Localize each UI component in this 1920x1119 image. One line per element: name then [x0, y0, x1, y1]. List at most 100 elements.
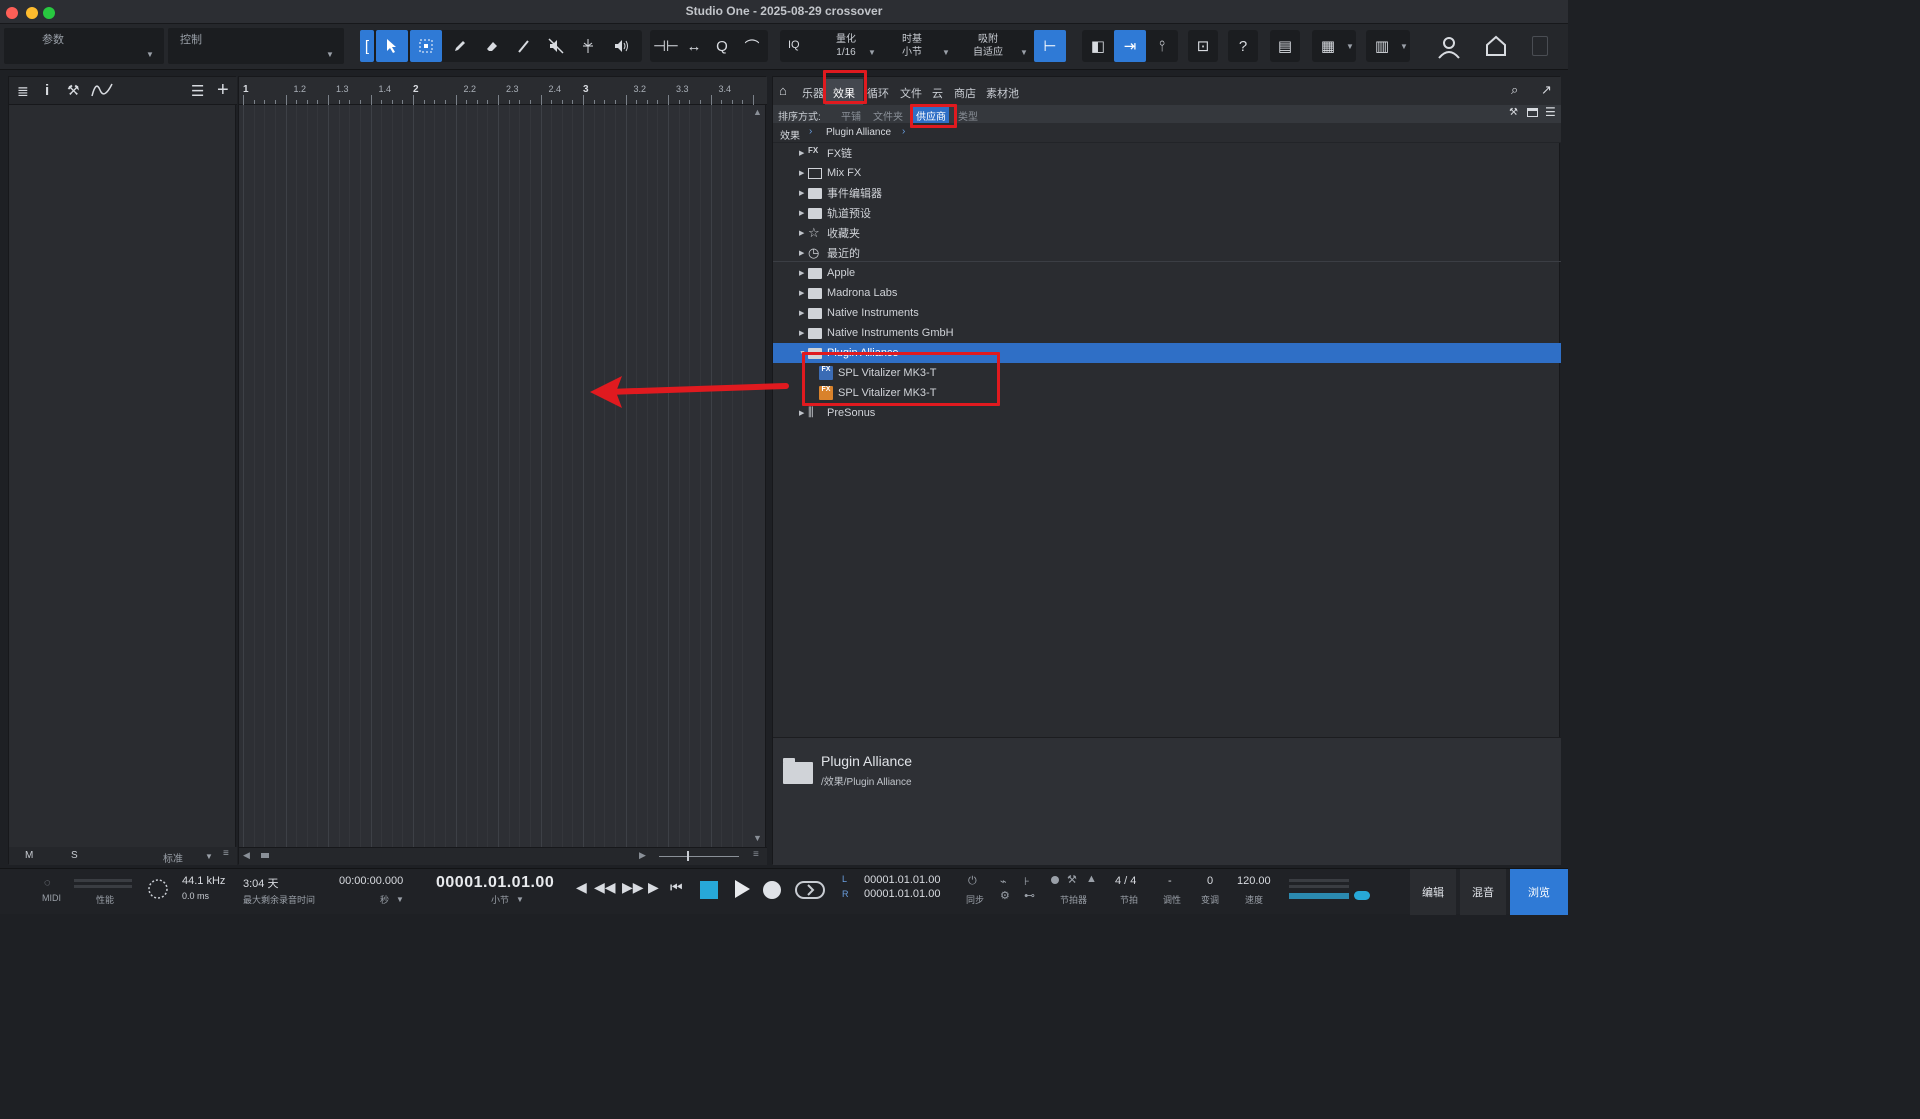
chevron-down-icon[interactable]: ▼: [205, 852, 213, 861]
scroll-left-icon[interactable]: ◀: [243, 850, 250, 861]
caret-right-icon[interactable]: ▶: [799, 249, 804, 257]
tree-item[interactable]: ▶ 事件编辑器: [773, 183, 1561, 203]
arrange-view[interactable]: 1 1.2 1.3 1.4 2 2.2 2.3 2.4 3 3.2 3.3 3.4 ◀ ▶ ≡ ▲ ▼: [238, 76, 767, 865]
tree-item[interactable]: ▶ ◷ 最近的: [773, 243, 1561, 263]
panel-icon[interactable]: [1527, 108, 1538, 117]
snap-grid-toggle-icon[interactable]: ⊢: [1034, 30, 1066, 62]
loop-start-icon[interactable]: ◧: [1082, 30, 1114, 62]
chevron-down-icon[interactable]: ▼: [1400, 42, 1408, 51]
snapshot-icon[interactable]: ⊡: [1188, 30, 1218, 62]
metronome-icon[interactable]: ▲: [1086, 873, 1097, 885]
grid-view-icon[interactable]: ▦: [1312, 30, 1344, 62]
time-seconds[interactable]: 00:00:00.000: [339, 875, 403, 887]
iq-button[interactable]: IQ: [788, 39, 800, 51]
solo-button[interactable]: S: [71, 850, 78, 861]
transpose[interactable]: 0: [1207, 875, 1213, 887]
zoom-slider-handle[interactable]: [687, 851, 689, 861]
settings-gear-icon[interactable]: ⚙: [1000, 889, 1010, 902]
scroll-up-icon[interactable]: ▲: [753, 107, 762, 117]
browse-view-button[interactable]: 浏览: [1510, 869, 1568, 915]
breadcrumb-plugin-alliance[interactable]: Plugin Alliance: [826, 127, 891, 138]
menu-icon[interactable]: ≡: [753, 849, 759, 860]
tree-item[interactable]: ▶ Apple: [773, 263, 1561, 283]
autoscroll-icon[interactable]: ⌒: [736, 30, 768, 62]
caret-right-icon[interactable]: ▶: [799, 189, 804, 197]
sort-type[interactable]: 类型: [958, 108, 978, 123]
mute-button[interactable]: M: [25, 850, 33, 861]
caret-right-icon[interactable]: ▶: [799, 149, 804, 157]
menu-icon[interactable]: ≡: [223, 848, 229, 859]
quantize-selector[interactable]: 量化 1/16: [826, 33, 866, 59]
play-button[interactable]: [732, 878, 752, 903]
tab-loops[interactable]: 循环: [867, 85, 889, 101]
wrench-icon[interactable]: ⚒: [67, 82, 80, 99]
chevron-down-icon[interactable]: ▼: [1346, 42, 1354, 51]
layout-icon[interactable]: ▥: [1366, 30, 1398, 62]
eraser-tool-icon[interactable]: [476, 30, 508, 62]
tree-item[interactable]: ▶ ☆ 收藏夹: [773, 223, 1561, 243]
snap-selector[interactable]: 吸附 自适应: [966, 33, 1010, 59]
metronome-dot-icon[interactable]: [1051, 876, 1059, 884]
caret-right-icon[interactable]: ▶: [799, 269, 804, 277]
tab-shop[interactable]: 商店: [954, 85, 976, 101]
automation-curve-icon[interactable]: [91, 82, 113, 101]
fast-forward-icon[interactable]: ▶▶: [622, 879, 644, 896]
user-icon[interactable]: [1436, 34, 1462, 63]
tree-item[interactable]: ▶ Mix FX: [773, 163, 1561, 183]
main-volume-slider[interactable]: [1289, 893, 1349, 899]
tree-item[interactable]: ▶ 轨道预设: [773, 203, 1561, 223]
engine-status-icon[interactable]: [147, 878, 169, 903]
time-signature[interactable]: 4 / 4: [1115, 875, 1136, 887]
tree-item[interactable]: ▶ Native Instruments GmbH: [773, 323, 1561, 343]
chevron-down-icon[interactable]: ▼: [1020, 48, 1028, 57]
track-list-icon[interactable]: ☰: [191, 82, 204, 100]
list-view-icon[interactable]: ☰: [1545, 105, 1556, 119]
tempo[interactable]: 120.00: [1237, 875, 1271, 887]
caret-right-icon[interactable]: ▶: [799, 309, 804, 317]
split-tool-icon[interactable]: [572, 30, 604, 62]
scroll-down-icon[interactable]: ▼: [753, 833, 762, 843]
quantize-q-icon[interactable]: Q: [706, 30, 738, 62]
chevron-down-icon[interactable]: ▼: [868, 48, 876, 57]
caret-right-icon[interactable]: ▶: [799, 289, 804, 297]
home-icon[interactable]: [1484, 34, 1508, 61]
chevron-down-icon[interactable]: ▼: [942, 48, 950, 57]
edit-view-button[interactable]: 编辑: [1410, 869, 1456, 915]
chevron-down-icon[interactable]: ▼: [146, 50, 154, 59]
loop-end[interactable]: 00001.01.01.00: [864, 888, 940, 900]
rewind-icon[interactable]: ◀◀: [594, 879, 616, 896]
pencil-tool-icon[interactable]: [444, 30, 476, 62]
document-icon[interactable]: [1532, 36, 1548, 56]
wrench-icon[interactable]: ⚒: [1509, 107, 1518, 118]
output-toggle[interactable]: [1354, 891, 1370, 900]
tab-pool[interactable]: 素材池: [986, 85, 1019, 101]
tree-item[interactable]: ▶ Madrona Labs: [773, 283, 1561, 303]
tab-instruments[interactable]: 乐器: [802, 85, 824, 101]
list-icon[interactable]: ≣: [17, 83, 29, 100]
info-icon[interactable]: i: [45, 82, 49, 99]
listen-tool-icon[interactable]: [606, 30, 638, 62]
chevron-down-icon[interactable]: ▼: [326, 50, 334, 59]
caret-right-icon[interactable]: ▶: [799, 229, 804, 237]
track-height-mode[interactable]: 标准: [163, 850, 183, 865]
tree-item[interactable]: ▶ Native Instruments: [773, 303, 1561, 323]
next-marker-icon[interactable]: ▶: [648, 879, 659, 896]
control-panel[interactable]: 控制 ▼: [168, 28, 344, 64]
loop-start[interactable]: 00001.01.01.00: [864, 874, 940, 886]
precount-icon[interactable]: ⌁: [1000, 875, 1007, 888]
timebase-selector[interactable]: 时基 小节: [892, 33, 932, 59]
sort-folder[interactable]: 文件夹: [873, 108, 903, 123]
home-icon[interactable]: ⌂: [779, 83, 787, 98]
parameter-panel[interactable]: 参数 ▼: [4, 28, 164, 64]
tree-item[interactable]: ▶ FX FX链: [773, 143, 1561, 163]
metronome-wrench-icon[interactable]: ⚒: [1067, 873, 1077, 886]
tree-item[interactable]: ▶ ⫼ PreSonus: [773, 403, 1561, 423]
chevron-down-icon[interactable]: ▼: [396, 895, 404, 904]
breadcrumb-effects[interactable]: 效果: [780, 127, 800, 142]
tab-files[interactable]: 文件: [900, 85, 922, 101]
help-button[interactable]: ?: [1228, 30, 1258, 62]
stop-button[interactable]: [700, 881, 718, 899]
cursor-split-icon[interactable]: ⫯: [1146, 30, 1178, 62]
autoscroll-follow-icon[interactable]: ⇥: [1114, 30, 1146, 62]
punch-icon[interactable]: ⊦: [1024, 875, 1030, 888]
